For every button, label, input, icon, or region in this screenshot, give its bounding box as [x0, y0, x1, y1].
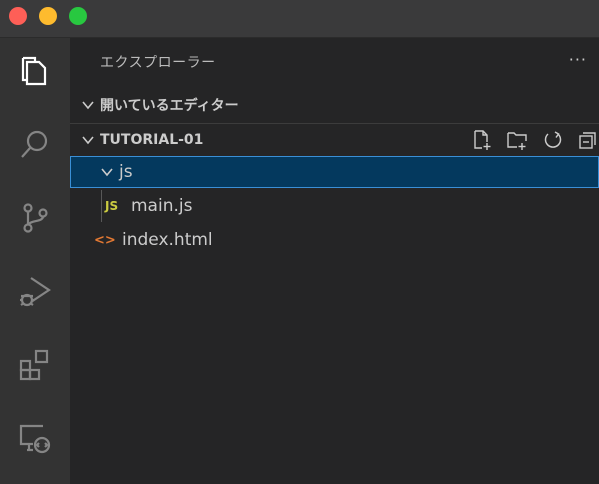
search-icon [21, 130, 48, 158]
remote-explorer-icon [19, 424, 51, 454]
workspace-label: TUTORIAL-01 [100, 131, 204, 148]
file-name: main.js [131, 196, 193, 216]
activity-explorer[interactable] [0, 42, 70, 102]
activity-remote-explorer[interactable] [0, 408, 70, 468]
workspace-section-header[interactable]: TUTORIAL-01 [70, 123, 599, 155]
explorer-sidebar: エクスプローラー ··· 開いているエディター TUTORIAL-01 js J… [70, 38, 599, 484]
extensions-icon [19, 349, 49, 381]
activity-extensions[interactable] [0, 335, 70, 395]
more-actions-button[interactable]: ··· [569, 50, 587, 69]
tree-file-index-html[interactable]: <> index.html [70, 224, 599, 256]
source-control-icon [23, 203, 48, 233]
new-file-button[interactable] [469, 124, 495, 156]
sidebar-title: エクスプローラー [100, 55, 216, 71]
tree-file-main-js[interactable]: JS main.js [70, 190, 599, 222]
window-minimize-button[interactable] [39, 7, 57, 25]
folder-name: js [119, 162, 133, 182]
title-bar [0, 0, 599, 38]
new-folder-icon [507, 132, 527, 150]
chevron-down-icon [76, 132, 100, 148]
activity-run-debug[interactable] [0, 262, 70, 322]
activity-source-control[interactable] [0, 188, 70, 248]
activity-search[interactable] [0, 115, 70, 175]
new-folder-button[interactable] [504, 124, 530, 156]
run-debug-icon [20, 277, 51, 307]
refresh-button[interactable] [540, 124, 566, 156]
html-file-icon: <> [94, 232, 116, 248]
new-file-icon [474, 130, 491, 150]
javascript-file-icon: JS [105, 199, 119, 213]
open-editors-section-header[interactable]: 開いているエディター [70, 89, 599, 121]
file-name: index.html [122, 230, 213, 250]
chevron-down-icon [95, 162, 119, 182]
open-editors-label: 開いているエディター [100, 98, 239, 114]
collapse-all-icon [579, 132, 596, 149]
activity-bar [0, 38, 70, 484]
window-maximize-button[interactable] [69, 7, 87, 25]
collapse-all-button[interactable] [574, 124, 599, 156]
tree-folder-js[interactable]: js [70, 156, 599, 188]
explorer-icon [21, 56, 47, 86]
refresh-icon [544, 131, 562, 148]
chevron-right-icon [76, 97, 100, 113]
window-close-button[interactable] [9, 7, 27, 25]
